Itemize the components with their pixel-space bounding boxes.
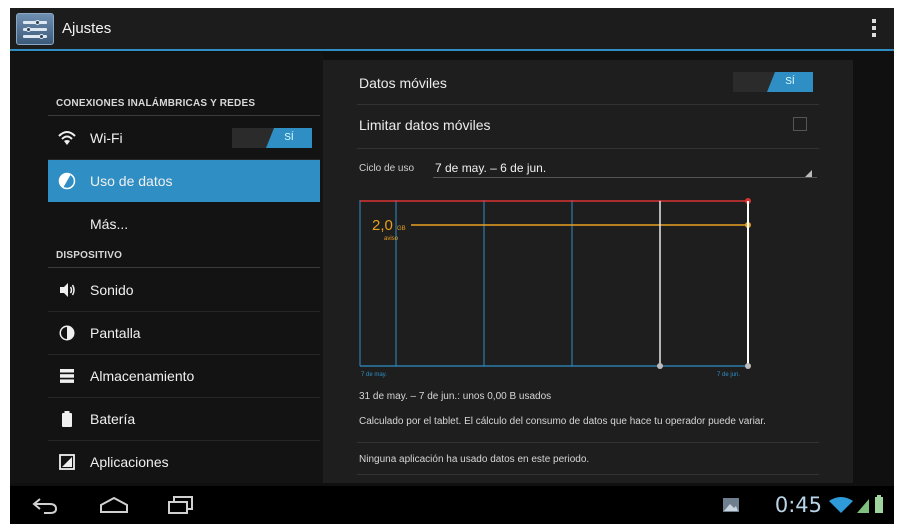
sidebar-item-wifi[interactable]: Wi-Fi SÍ [48, 117, 320, 159]
overflow-menu-icon[interactable] [870, 19, 878, 41]
warning-unit-label: GB [397, 226, 406, 232]
sidebar-item-sound[interactable]: Sonido [48, 269, 320, 311]
dropdown-underline [433, 177, 817, 178]
mobile-data-toggle[interactable]: SÍ [733, 72, 813, 92]
wifi-toggle[interactable]: SÍ [232, 128, 312, 148]
section-header-wireless: CONEXIONES INALÁMBRICAS Y REDES [56, 98, 256, 109]
divider [357, 442, 819, 443]
cycle-start-handle[interactable] [657, 363, 663, 369]
section-divider [48, 267, 320, 268]
recent-apps-icon[interactable] [166, 495, 196, 515]
sidebar-item-label: Aplicaciones [90, 454, 169, 470]
sidebar-item-display[interactable]: Pantalla [48, 312, 320, 354]
data-usage-icon [58, 172, 76, 190]
usage-cycle-label: Ciclo de uso [359, 163, 415, 174]
x-start-tick-label: 7 de may. [361, 372, 387, 378]
wifi-toggle-on-label: SÍ [266, 128, 312, 148]
status-clock[interactable]: 0:45 [775, 493, 822, 517]
sidebar-item-label: Batería [90, 411, 136, 427]
wifi-icon [58, 131, 76, 145]
usage-summary-text: 31 de may. – 7 de jun.: unos 0,00 B usad… [359, 391, 552, 402]
cycle-end-handle[interactable] [745, 363, 751, 369]
limit-mobile-data-label: Limitar datos móviles [359, 117, 491, 133]
settings-app-icon[interactable] [16, 13, 54, 45]
wifi-signal-icon [829, 497, 853, 513]
cell-signal-icon [857, 499, 869, 513]
section-header-device: DISPOSITIVO [56, 250, 123, 261]
warning-caption-label: aviso [384, 236, 399, 242]
sidebar-item-label: Almacenamiento [90, 368, 195, 384]
divider [357, 148, 819, 149]
battery-status-icon [875, 495, 883, 513]
usage-note-text: Calculado por el tablet. El cálculo del … [359, 416, 766, 427]
section-divider [48, 115, 320, 116]
system-nav-bar: 0:45 [10, 486, 894, 524]
divider [357, 474, 819, 475]
sidebar-item-label: Wi-Fi [90, 130, 123, 146]
sidebar-item-label: Pantalla [90, 325, 141, 341]
usage-cycle-dropdown[interactable]: 7 de may. – 6 de jun. [435, 161, 546, 175]
data-usage-chart: 2,0 GB aviso 7 de may. 7 de jun. [359, 198, 751, 378]
sidebar-item-storage[interactable]: Almacenamiento [48, 355, 320, 397]
apps-icon [59, 454, 75, 470]
sidebar-item-more[interactable]: Más... [48, 203, 320, 245]
sidebar-item-battery[interactable]: Batería [48, 398, 320, 440]
display-icon [59, 325, 75, 341]
sidebar-item-label: Uso de datos [90, 173, 173, 189]
sidebar-item-label: Sonido [90, 282, 134, 298]
sidebar-item-data-usage[interactable]: Uso de datos [48, 160, 320, 202]
no-apps-text: Ninguna aplicación ha usado datos en est… [359, 454, 590, 465]
storage-icon [60, 369, 74, 383]
settings-sidebar: CONEXIONES INALÁMBRICAS Y REDES Wi-Fi SÍ… [10, 53, 323, 483]
screenshot-notification-icon[interactable] [722, 497, 740, 513]
app-title: Ajustes [62, 20, 112, 37]
sidebar-item-label: Más... [90, 216, 129, 232]
home-icon[interactable] [98, 495, 130, 515]
mobile-data-toggle-on-label: SÍ [767, 72, 813, 92]
tablet-screen: Ajustes CONEXIONES INALÁMBRICAS Y REDES … [10, 8, 894, 524]
mobile-data-label: Datos móviles [359, 75, 447, 91]
dropdown-arrow-icon [805, 170, 812, 177]
battery-icon [62, 411, 72, 427]
data-usage-detail: Datos móviles SÍ Limitar datos móviles C… [323, 60, 853, 483]
limit-mobile-data-checkbox[interactable] [793, 117, 807, 131]
speaker-icon [60, 283, 75, 297]
action-bar: Ajustes [10, 8, 894, 51]
back-icon[interactable] [30, 495, 60, 515]
x-end-tick-label: 7 de jun. [717, 372, 740, 378]
sidebar-item-apps[interactable]: Aplicaciones [48, 441, 320, 483]
divider [357, 104, 819, 105]
warning-value-label: 2,0 [372, 217, 393, 234]
